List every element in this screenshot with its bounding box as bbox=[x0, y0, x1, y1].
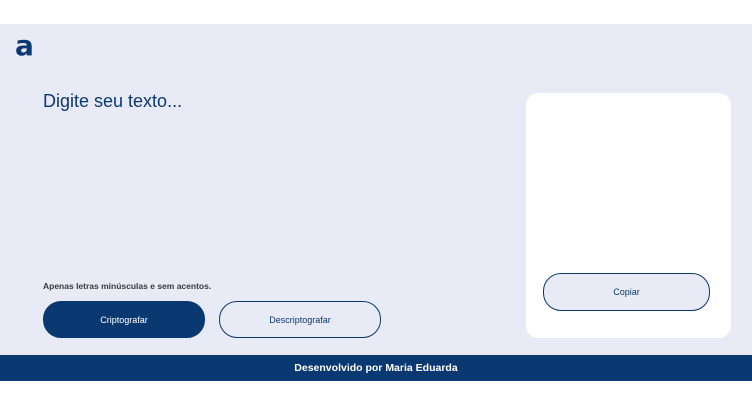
input-hint: Apenas letras minúsculas e sem acentos. bbox=[43, 281, 211, 291]
logo: a bbox=[15, 29, 34, 62]
text-input[interactable] bbox=[43, 91, 483, 261]
decrypt-button[interactable]: Descriptografar bbox=[219, 301, 381, 338]
output-panel: Copiar bbox=[526, 93, 731, 338]
footer: Desenvolvido por Maria Eduarda bbox=[0, 355, 752, 381]
app-container: a Apenas letras minúsculas e sem acentos… bbox=[0, 24, 752, 355]
copy-button[interactable]: Copiar bbox=[543, 273, 710, 311]
encrypt-button[interactable]: Criptografar bbox=[43, 301, 205, 338]
footer-text: Desenvolvido por Maria Eduarda bbox=[294, 362, 458, 374]
hint-text: Apenas letras minúsculas e sem acentos. bbox=[43, 281, 212, 291]
